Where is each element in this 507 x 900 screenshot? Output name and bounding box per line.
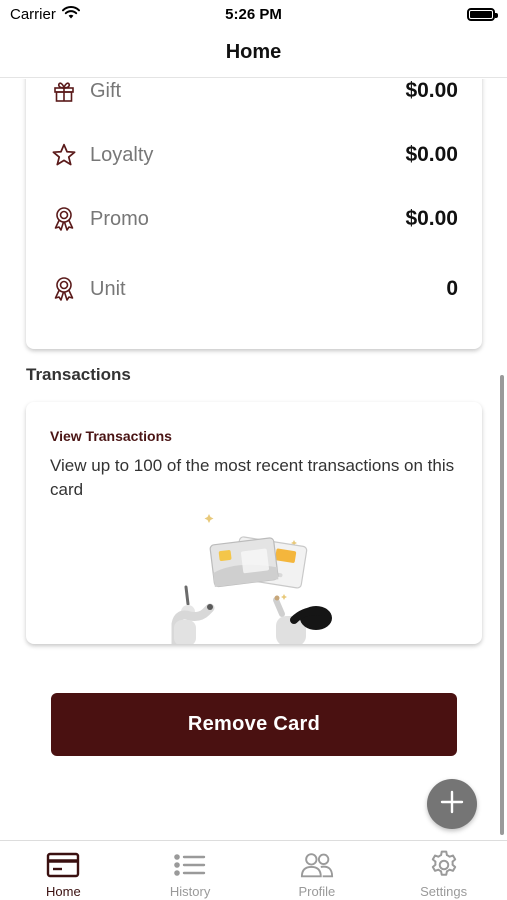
remove-card-button[interactable]: Remove Card <box>51 693 457 756</box>
balance-label: Unit <box>90 277 126 300</box>
wifi-icon <box>61 5 80 23</box>
view-transactions-title: View Transactions <box>50 428 172 444</box>
view-transactions-card[interactable]: View Transactions View up to 100 of the … <box>26 402 482 644</box>
balance-row-promo: Promo $0.00 <box>26 199 482 239</box>
list-icon <box>173 849 207 881</box>
tab-settings[interactable]: Settings <box>380 841 507 900</box>
tab-profile[interactable]: Profile <box>254 841 381 900</box>
tab-label: Profile <box>298 884 336 899</box>
balance-value: $0.00 <box>405 207 458 230</box>
carrier-group: Carrier <box>10 6 80 23</box>
plus-icon <box>440 790 464 819</box>
tab-label: Home <box>46 884 81 899</box>
star-icon <box>50 141 78 169</box>
add-fab-button[interactable] <box>427 779 477 829</box>
balance-label: Loyalty <box>90 143 154 166</box>
balance-row-loyalty: Loyalty $0.00 <box>26 135 482 175</box>
balance-card: Gift $0.00 Loyalty $0.00 Promo $0.00 Uni… <box>26 79 482 349</box>
tab-bar: Home History Profile Settings <box>0 840 507 900</box>
tab-home[interactable]: Home <box>0 841 127 900</box>
award-icon <box>50 275 78 303</box>
scroll-indicator[interactable] <box>500 375 504 835</box>
gear-icon <box>427 849 461 881</box>
award-icon <box>50 205 78 233</box>
tab-label: Settings <box>420 884 468 899</box>
transactions-section-title: Transactions <box>26 365 131 384</box>
card-icon <box>46 849 80 881</box>
transactions-illustration <box>166 512 346 644</box>
view-transactions-description: View up to 100 of the most recent transa… <box>50 456 455 499</box>
balance-value: 0 <box>446 277 458 300</box>
battery-icon <box>467 7 498 21</box>
scroll-content[interactable]: Gift $0.00 Loyalty $0.00 Promo $0.00 Uni… <box>0 79 507 839</box>
balance-value: $0.00 <box>405 143 458 166</box>
status-bar: Carrier 5:26 PM <box>0 0 507 28</box>
tab-label: History <box>169 884 211 899</box>
balance-label: Gift <box>90 79 122 102</box>
balance-label: Promo <box>90 207 149 230</box>
nav-bar: Home <box>0 28 507 78</box>
tab-history[interactable]: History <box>127 841 254 900</box>
balance-row-unit: Unit 0 <box>26 269 482 309</box>
page-title: Home <box>225 41 282 63</box>
people-icon <box>300 849 334 881</box>
gift-icon <box>50 79 78 105</box>
balance-value: $0.00 <box>405 79 458 102</box>
balance-row-gift: Gift $0.00 <box>26 79 482 111</box>
carrier-label: Carrier <box>10 5 56 23</box>
